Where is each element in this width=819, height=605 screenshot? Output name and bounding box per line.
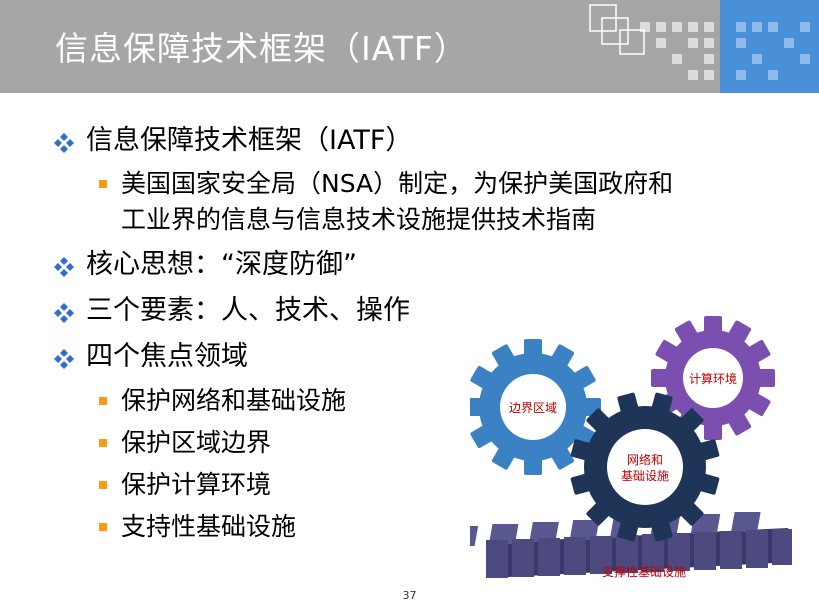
orange-square-icon bbox=[99, 481, 107, 489]
bullet-text: 核心思想：“深度防御” bbox=[86, 249, 357, 280]
iatf-gears-diagram: 计算环境 边界区域 网络和 基础设施 支撑性基础设施 bbox=[470, 316, 792, 579]
bullet-item-core-idea: 核心思想：“深度防御” bbox=[52, 242, 572, 288]
title-bar: 信息保障技术框架（IATF） bbox=[0, 0, 819, 93]
bullet-text: 三个要素：人、技术、操作 bbox=[86, 295, 410, 326]
four-diamond-icon bbox=[54, 349, 74, 369]
four-diamond-icon bbox=[54, 303, 74, 323]
orange-square-icon bbox=[99, 523, 107, 531]
orange-square-icon bbox=[99, 439, 107, 447]
bullet-text: 四个焦点领域 bbox=[86, 341, 248, 372]
sub-bullet-item-nsa: 美国国家安全局（NSA）制定，为保护美国政府和 工业界的信息与信息技术设施提供技… bbox=[52, 166, 674, 238]
orange-square-icon bbox=[99, 180, 107, 188]
page-number: 37 bbox=[402, 589, 417, 602]
rack-label: 支撑性基础设施 bbox=[602, 564, 686, 579]
bullet-text: 信息保障技术框架（IATF） bbox=[86, 125, 413, 156]
gear-boundary-label: 边界区域 bbox=[509, 401, 557, 415]
decorative-squares bbox=[589, 0, 819, 93]
slide-title: 信息保障技术框架（IATF） bbox=[55, 29, 468, 68]
gear-compute-label: 计算环境 bbox=[689, 371, 737, 386]
four-diamond-icon bbox=[54, 257, 74, 277]
sub-bullet-text-line2: 工业界的信息与信息技术设施提供技术指南 bbox=[121, 205, 597, 234]
gear-network-label-line2: 基础设施 bbox=[621, 469, 669, 483]
gear-network-label-line1: 网络和 bbox=[627, 452, 663, 467]
orange-square-icon bbox=[99, 397, 107, 405]
bullet-item-iatf: 信息保障技术框架（IATF） bbox=[52, 118, 572, 164]
gear-network-infrastructure: 网络和 基础设施 bbox=[570, 392, 720, 542]
four-diamond-icon bbox=[54, 133, 74, 153]
sub-bullet-text-line1: 美国国家安全局（NSA）制定，为保护美国政府和 bbox=[121, 169, 674, 198]
